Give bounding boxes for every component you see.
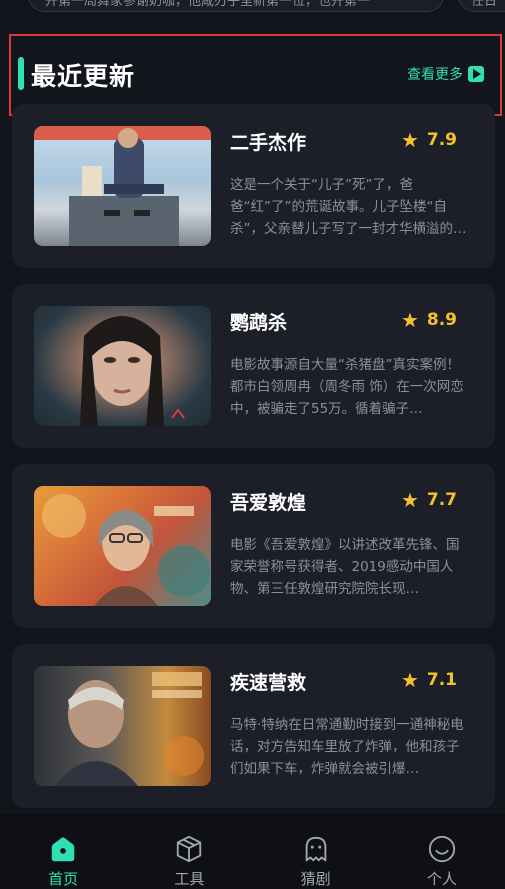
- movie-rating: ★ 8.9: [401, 310, 457, 330]
- previous-tag-pill[interactable]: 任日: [458, 0, 505, 12]
- movie-rating: ★ 7.9: [401, 130, 457, 150]
- home-icon: [51, 837, 75, 862]
- ghost-icon: [305, 836, 326, 862]
- star-icon: ★: [400, 668, 419, 692]
- star-icon: ★: [400, 308, 419, 332]
- movie-title: 吾爱敦煌: [230, 492, 307, 514]
- previous-content-strip: 开第一局舞家参谢奶咖，他咸刃子里新第一位，也开第一 任日: [0, 0, 505, 14]
- bottom-tab-bar: 首页 工具 猜剧 个人: [0, 814, 505, 889]
- section-accent-bar: [18, 57, 24, 90]
- tab-label: 个人: [426, 870, 457, 888]
- star-icon: ★: [400, 488, 419, 512]
- view-more-button[interactable]: 查看更多: [407, 64, 484, 84]
- movie-rating: ★ 7.1: [401, 670, 457, 690]
- movie-poster[interactable]: [34, 666, 211, 786]
- section-title: 最近更新: [31, 62, 136, 91]
- tab-tools[interactable]: 工具: [126, 814, 252, 889]
- movie-poster[interactable]: [34, 306, 211, 426]
- tab-profile[interactable]: 个人: [379, 814, 505, 889]
- movie-card[interactable]: 吾爱敦煌 ★ 7.7 电影《吾爱敦煌》以讲述改革先锋、国家荣誉称号获得者、201…: [12, 464, 495, 628]
- tab-label: 猜剧: [300, 870, 331, 888]
- rating-value: 7.7: [426, 490, 457, 510]
- movie-card[interactable]: 疾速营救 ★ 7.1 马特·特纳在日常通勤时接到一通神秘电话，对方告知车里放了炸…: [12, 644, 495, 808]
- tab-home[interactable]: 首页: [0, 814, 126, 889]
- smile-icon: [428, 835, 455, 863]
- box-icon: [177, 835, 202, 863]
- star-icon: ★: [400, 128, 419, 152]
- movie-title: 鹦鹉杀: [230, 312, 288, 334]
- movie-title: 二手杰作: [230, 132, 307, 154]
- movie-description: 电影《吾爱敦煌》以讲述改革先锋、国家荣誉称号获得者、2019感动中国人物、第三任…: [230, 537, 460, 597]
- movie-description: 电影故事源自大量“杀猪盘”真实案例！都市白领周冉（周冬雨 饰）在一次网恋中，被骗…: [230, 357, 464, 417]
- movie-card[interactable]: 鹦鹉杀 ★ 8.9 电影故事源自大量“杀猪盘”真实案例！都市白领周冉（周冬雨 饰…: [12, 284, 495, 448]
- movie-rating: ★ 7.7: [401, 490, 457, 510]
- movie-poster[interactable]: [34, 486, 211, 606]
- rating-value: 7.9: [426, 130, 457, 150]
- view-more-label: 查看更多: [407, 67, 463, 83]
- previous-description-pill[interactable]: 开第一局舞家参谢奶咖，他咸刃子里新第一位，也开第一: [28, 0, 444, 12]
- play-icon: [468, 66, 484, 82]
- tab-guess[interactable]: 猜剧: [253, 814, 379, 889]
- tab-label: 首页: [48, 870, 79, 888]
- movie-card[interactable]: 二手杰作 ★ 7.9 这是一个关于“儿子”死”了，爸爸“红”了”的荒诞故事。儿子…: [12, 104, 495, 268]
- movie-description: 这是一个关于“儿子”死”了，爸爸“红”了”的荒诞故事。儿子坠楼“自杀”，父亲替儿…: [230, 177, 467, 237]
- movie-title: 疾速营救: [230, 672, 307, 694]
- movie-poster[interactable]: [34, 126, 211, 246]
- movie-description: 马特·特纳在日常通勤时接到一通神秘电话，对方告知车里放了炸弹，他和孩子们如果下车…: [230, 717, 464, 777]
- tab-label: 工具: [174, 870, 205, 888]
- rating-value: 8.9: [426, 310, 457, 330]
- rating-value: 7.1: [426, 670, 457, 690]
